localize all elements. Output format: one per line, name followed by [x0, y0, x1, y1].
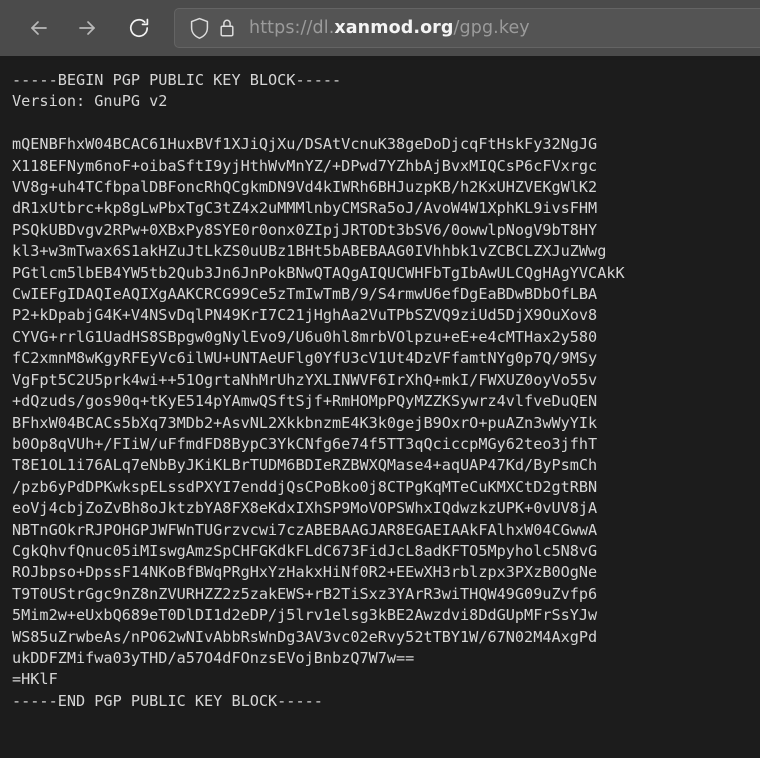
reload-icon [127, 16, 151, 40]
url-scheme: https://dl. [249, 18, 335, 38]
url-display: https://dl.xanmod.org/gpg.key [249, 18, 530, 38]
url-host: xanmod.org [334, 18, 454, 38]
url-path: /gpg.key [453, 18, 530, 38]
address-bar[interactable]: https://dl.xanmod.org/gpg.key [174, 8, 760, 48]
arrow-right-icon [75, 16, 99, 40]
browser-toolbar: https://dl.xanmod.org/gpg.key [0, 0, 760, 56]
page-content-area: -----BEGIN PGP PUBLIC KEY BLOCK----- Ver… [0, 56, 760, 758]
back-button[interactable] [18, 7, 60, 49]
lock-icon[interactable] [213, 16, 241, 40]
forward-button[interactable] [66, 7, 108, 49]
arrow-left-icon [27, 16, 51, 40]
reload-button[interactable] [118, 7, 160, 49]
shield-icon[interactable] [185, 16, 213, 40]
pgp-public-key-block: -----BEGIN PGP PUBLIC KEY BLOCK----- Ver… [12, 71, 625, 710]
